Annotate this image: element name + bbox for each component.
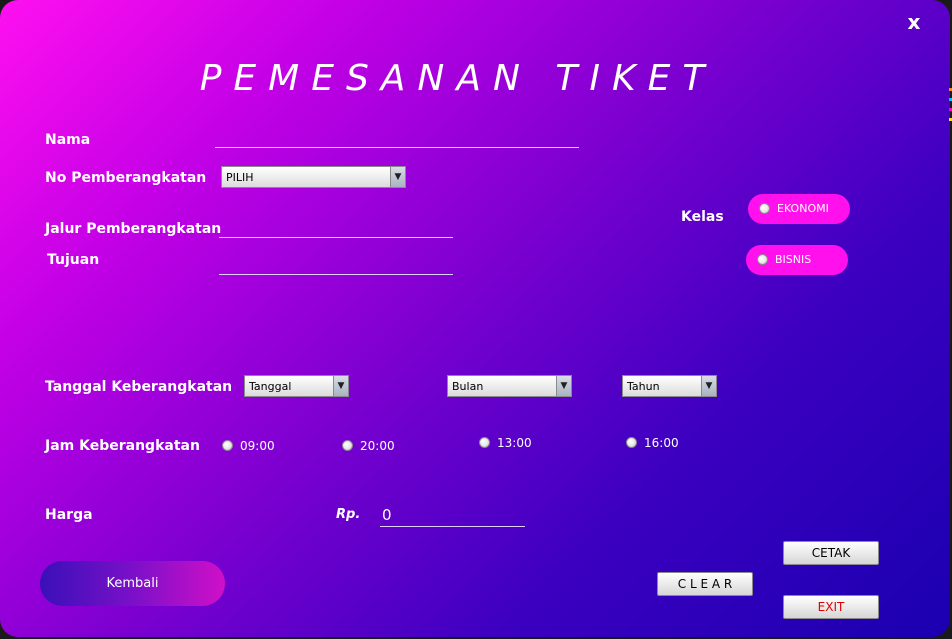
nama-input[interactable] [215, 127, 579, 148]
no-pemberangkatan-label: No Pemberangkatan [45, 170, 207, 186]
clear-button[interactable]: C L E A R [657, 572, 753, 596]
radio-icon [757, 254, 768, 265]
jam-option-label: 13:00 [497, 436, 532, 450]
tanggal-label: Tanggal Keberangkatan [45, 379, 233, 395]
jalur-input[interactable] [219, 217, 453, 238]
tanggal-month-select[interactable]: Bulan ▼ [447, 375, 572, 397]
chevron-down-icon: ▼ [701, 376, 716, 396]
tujuan-label: Tujuan [47, 252, 100, 268]
exit-button[interactable]: EXIT [783, 595, 879, 619]
cetak-button[interactable]: CETAK [783, 541, 879, 565]
tanggal-month-value: Bulan [452, 380, 484, 393]
radio-icon [479, 437, 490, 448]
tanggal-year-value: Tahun [627, 380, 660, 393]
kelas-option-bisnis[interactable]: BISNIS [746, 245, 848, 275]
no-pemberangkatan-value: PILIH [226, 171, 254, 184]
no-pemberangkatan-select[interactable]: PILIH ▼ [221, 166, 406, 188]
kelas-option-label: BISNIS [775, 253, 812, 266]
close-button[interactable]: x [904, 10, 924, 34]
tanggal-day-value: Tanggal [249, 380, 292, 393]
jam-option-label: 16:00 [644, 436, 679, 450]
chevron-down-icon: ▼ [333, 376, 348, 396]
kelas-label: Kelas [681, 209, 724, 225]
kelas-option-label: EKONOMI [777, 202, 829, 215]
jam-option-label: 09:00 [240, 439, 275, 453]
chevron-down-icon: ▼ [390, 167, 405, 187]
jalur-label: Jalur Pemberangkatan [45, 221, 222, 237]
chevron-down-icon: ▼ [556, 376, 571, 396]
tanggal-year-select[interactable]: Tahun ▼ [622, 375, 717, 397]
kembali-button[interactable]: Kembali [40, 561, 225, 606]
ticket-booking-window: x PEMESANAN TIKET Nama No Pemberangkatan… [0, 0, 950, 637]
radio-icon [759, 203, 770, 214]
nama-label: Nama [45, 132, 91, 148]
jam-label: Jam Keberangkatan [45, 438, 200, 454]
jam-option-label: 20:00 [360, 439, 395, 453]
radio-icon [222, 440, 233, 451]
harga-input[interactable] [380, 503, 525, 527]
page-title: PEMESANAN TIKET [199, 58, 717, 99]
currency-label: Rp. [336, 507, 361, 522]
tanggal-day-select[interactable]: Tanggal ▼ [244, 375, 349, 397]
tujuan-input[interactable] [219, 254, 453, 275]
radio-icon [626, 437, 637, 448]
kelas-option-ekonomi[interactable]: EKONOMI [748, 194, 850, 224]
radio-icon [342, 440, 353, 451]
harga-label: Harga [45, 507, 93, 523]
